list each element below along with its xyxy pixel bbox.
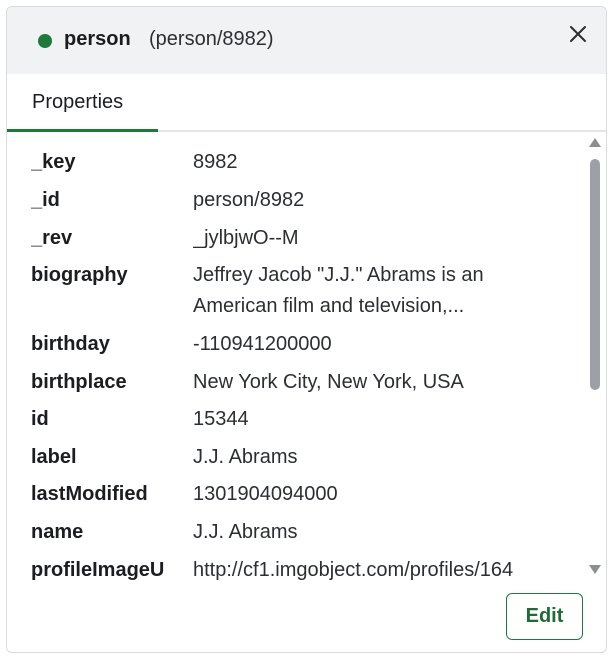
property-key: birthday — [31, 333, 110, 355]
property-key: label — [31, 446, 77, 468]
property-value: _jylbjwO--M — [193, 227, 299, 249]
status-dot-icon — [38, 34, 52, 48]
node-id-label: (person/8982) — [149, 28, 274, 50]
property-key: lastModified — [31, 483, 148, 505]
node-type-label: person — [64, 28, 131, 50]
close-icon — [570, 26, 586, 42]
properties-scrollbar[interactable] — [586, 136, 604, 581]
tab-properties[interactable]: Properties — [7, 74, 158, 132]
property-value: New York City, New York, USA — [193, 371, 464, 393]
tab-bar: Properties — [7, 74, 606, 132]
tab-properties-label: Properties — [32, 91, 124, 113]
property-value: -110941200000 — [193, 333, 332, 355]
property-key: birthplace — [31, 371, 127, 393]
properties-list[interactable]: _key 8982 _id person/8982 _rev _jylbjwO-… — [7, 134, 582, 587]
property-value: J.J. Abrams — [193, 446, 298, 468]
property-value: http://cf1.imgobject.com/profiles/164 — [193, 559, 514, 581]
property-value: 1301904094000 — [193, 483, 338, 505]
node-details-panel: person (person/8982) Properties _key 898… — [6, 6, 607, 653]
property-key: _rev — [31, 227, 73, 249]
panel-header: person (person/8982) — [7, 7, 606, 74]
property-key: name — [31, 521, 84, 543]
edit-button[interactable]: Edit — [506, 593, 583, 640]
property-key: id — [31, 408, 49, 430]
property-key: profileImageU — [31, 559, 165, 581]
property-value: Jeffrey Jacob "J.J." Abrams is an Americ… — [193, 264, 484, 317]
property-value: J.J. Abrams — [193, 521, 298, 543]
property-key: biography — [31, 264, 128, 286]
property-value: 8982 — [193, 151, 238, 173]
scroll-up-arrow-icon[interactable] — [589, 138, 601, 147]
close-button[interactable] — [565, 21, 591, 47]
property-value: 15344 — [193, 408, 249, 430]
property-value: person/8982 — [193, 189, 305, 211]
scroll-down-arrow-icon[interactable] — [589, 565, 601, 574]
property-key: _id — [31, 189, 60, 211]
scroll-thumb[interactable] — [590, 159, 600, 390]
property-key: _key — [31, 151, 76, 173]
